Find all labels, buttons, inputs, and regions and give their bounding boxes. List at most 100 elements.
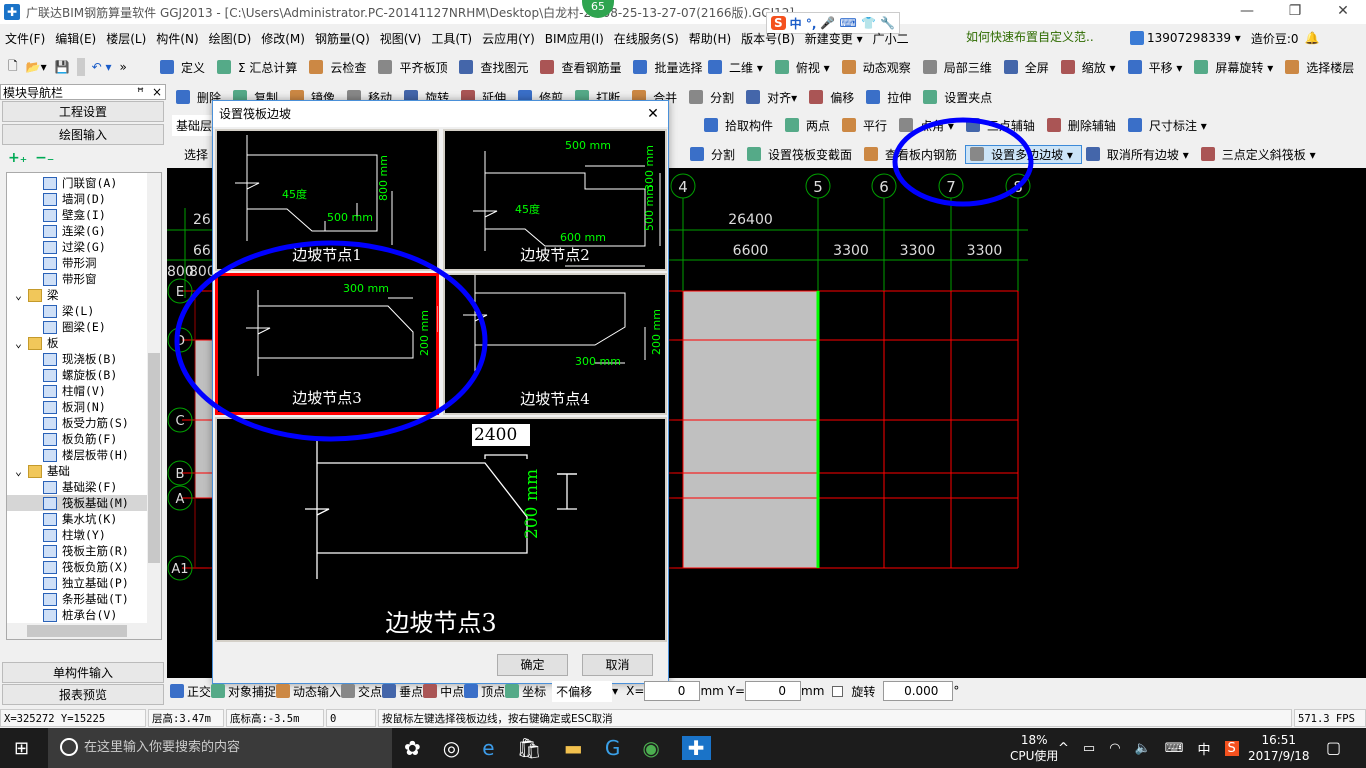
rotate-checkbox[interactable] xyxy=(832,685,844,697)
menu-item[interactable]: 绘图(D) xyxy=(204,30,257,47)
tree-item[interactable]: 基础梁(F) xyxy=(7,479,161,495)
chevron-down-icon[interactable]: ⌄ xyxy=(15,287,22,303)
toolbar-button[interactable]: 顶点 xyxy=(464,683,505,700)
tree-item[interactable]: 柱墩(Y) xyxy=(7,527,161,543)
menu-item[interactable]: 视图(V) xyxy=(375,30,427,47)
project-settings-button[interactable]: 工程设置 xyxy=(2,101,164,122)
menu-item[interactable]: 工具(T) xyxy=(426,30,477,47)
glodon-icon[interactable]: G xyxy=(605,736,621,760)
wifi-icon[interactable]: ◠ xyxy=(1109,741,1120,756)
tree-item[interactable]: 条形基础(T) xyxy=(7,591,161,607)
store-icon[interactable]: 🛍 xyxy=(517,736,542,760)
tree-item[interactable]: ⌄ 板 xyxy=(7,335,161,351)
tree-item[interactable]: 筏板主筋(R) xyxy=(7,543,161,559)
menu-item[interactable]: BIM应用(I) xyxy=(540,30,609,47)
tree-item[interactable]: ⌄ 基础 xyxy=(7,463,161,479)
slope-node-2[interactable]: 500 mm 300 mm 500 mm 45度 600 mm 边坡节点2 xyxy=(443,129,667,271)
app-icon-1[interactable]: ✿ xyxy=(404,736,421,760)
tree-item[interactable]: 带形窗 xyxy=(7,271,161,287)
nav-close-icon[interactable]: × xyxy=(152,85,162,99)
tree-item[interactable]: 筏板负筋(X) xyxy=(7,559,161,575)
account[interactable]: 13907298339 ▾ 造价豆:0 🔔 xyxy=(1130,28,1319,48)
toolbar-button[interactable]: 正交 xyxy=(170,683,211,700)
toolbar-button[interactable]: 设置筏板变截面 xyxy=(743,146,860,163)
tree-item[interactable]: 板受力筋(S) xyxy=(7,415,161,431)
new-file-icon[interactable]: 🗋 xyxy=(4,57,22,78)
toolbar-button[interactable]: 删除辅轴 xyxy=(1043,117,1124,134)
toolbar-button[interactable]: 批量选择 xyxy=(629,59,710,76)
toolbar-button[interactable]: 两点 xyxy=(781,117,838,134)
menu-item[interactable]: 广小二 xyxy=(868,30,914,47)
toolbar-button[interactable]: Σ 汇总计算 xyxy=(213,59,305,76)
tree-item[interactable]: 楼层板带(H) xyxy=(7,447,161,463)
toolbar-button[interactable]: 定义 xyxy=(156,59,213,76)
menu-item[interactable]: 在线服务(S) xyxy=(609,30,684,47)
bell-icon[interactable]: 🔔 xyxy=(1305,31,1320,45)
toolbar-button[interactable]: 分割 xyxy=(685,89,742,106)
menu-item[interactable]: 云应用(Y) xyxy=(477,30,540,47)
raft-slab[interactable] xyxy=(683,291,818,568)
tree-item[interactable]: 螺旋板(B) xyxy=(7,367,161,383)
rotate-input[interactable]: 0.000 xyxy=(883,681,954,701)
menu-item[interactable]: 文件(F) xyxy=(0,30,50,47)
toolbar-button[interactable]: 选择楼层 xyxy=(1281,59,1362,76)
tree-item[interactable]: 独立基础(P) xyxy=(7,575,161,591)
toolbar-button[interactable]: 交点 xyxy=(341,683,382,700)
clock[interactable]: 16:51 2017/9/18 xyxy=(1248,732,1310,764)
save-icon[interactable]: 💾 xyxy=(51,60,74,74)
slope-node-3[interactable]: 300 mm 200 mm 边坡节点3 xyxy=(215,273,439,415)
slope-node-1[interactable]: 45度 800 mm 500 mm 边坡节点1 xyxy=(215,129,439,271)
tree-hscrollbar[interactable] xyxy=(7,623,161,639)
toolbar-button[interactable]: 局部三维 xyxy=(919,59,1000,76)
menu-item[interactable]: 编辑(E) xyxy=(50,30,101,47)
toolbar-button[interactable]: 对象捕捉 xyxy=(211,683,276,700)
toolbar-button[interactable]: 全屏 xyxy=(1000,59,1057,76)
open-folder-icon[interactable]: 📂▾ xyxy=(22,60,51,74)
toolbar-button[interactable]: 查找图元 xyxy=(455,59,536,76)
tree-item[interactable]: 壁龛(I) xyxy=(7,207,161,223)
toolbar-button[interactable]: 平行 xyxy=(838,117,895,134)
dialog-close-button[interactable]: ✕ xyxy=(638,102,668,126)
keyboard-icon[interactable]: ⌨ xyxy=(1165,741,1184,756)
toolbar-button[interactable]: 偏移 xyxy=(805,89,862,106)
drawing-input-button[interactable]: 绘图输入 xyxy=(2,124,164,145)
menu-item[interactable]: 帮助(H) xyxy=(684,30,736,47)
menu-item[interactable]: 版本号(B) xyxy=(736,30,800,47)
menu-item[interactable]: 楼层(L) xyxy=(101,30,151,47)
tree-item[interactable]: 带形洞 xyxy=(7,255,161,271)
tree-item[interactable]: 集水坑(K) xyxy=(7,511,161,527)
chevron-down-icon[interactable]: ⌄ xyxy=(15,463,22,479)
toolbar-button[interactable]: 中点 xyxy=(423,683,464,700)
action-center-icon[interactable]: ▢ xyxy=(1326,738,1341,757)
report-preview-button[interactable]: 报表预览 xyxy=(2,684,164,705)
app-icon-2[interactable]: ◎ xyxy=(443,736,460,760)
taskbar-search[interactable]: 在这里输入你要搜索的内容 xyxy=(48,728,392,768)
toolbar-button[interactable]: 云检查 xyxy=(305,59,374,76)
toolbar-button[interactable]: 动态输入 xyxy=(276,683,341,700)
windows-start-icon[interactable]: ⊞ xyxy=(14,738,29,759)
ok-button[interactable]: 确定 xyxy=(497,654,568,676)
tree-item[interactable]: 梁(L) xyxy=(7,303,161,319)
tree-item[interactable]: ⌄ 梁 xyxy=(7,287,161,303)
toolbar-button[interactable]: 取消所有边坡 ▾ xyxy=(1082,146,1197,163)
toolbar-button[interactable]: 对齐▾ xyxy=(742,89,805,106)
minimize-button[interactable]: — xyxy=(1224,0,1270,24)
menu-item[interactable]: 构件(N) xyxy=(151,30,203,47)
tree-item[interactable]: 板负筋(F) xyxy=(7,431,161,447)
toolbar-button[interactable]: 拉伸 xyxy=(862,89,919,106)
undo-icon[interactable]: ↶ ▾ xyxy=(88,60,116,74)
menu-item[interactable]: 新建变更 ▾ xyxy=(800,30,868,47)
edge-icon[interactable]: e xyxy=(482,736,494,760)
toolbar-button[interactable]: 平齐板顶 xyxy=(374,59,455,76)
offset-select[interactable]: 不偏移 xyxy=(552,680,613,702)
chevron-up-icon[interactable]: ^ xyxy=(1058,741,1069,756)
x-input[interactable]: 0 xyxy=(644,681,701,701)
toolbar-button[interactable]: 设置多边边坡 ▾ xyxy=(965,144,1082,164)
tree-item[interactable]: 墙洞(D) xyxy=(7,191,161,207)
toolbar-button[interactable]: 垂点 xyxy=(382,683,423,700)
toolbar-button[interactable]: 三点辅轴 xyxy=(962,117,1043,134)
toolbar-button[interactable]: 俯视 ▾ xyxy=(771,59,838,76)
menu-item[interactable]: 修改(M) xyxy=(256,30,310,47)
explorer-icon[interactable]: ▬ xyxy=(564,736,583,760)
tree-item[interactable]: 过梁(G) xyxy=(7,239,161,255)
